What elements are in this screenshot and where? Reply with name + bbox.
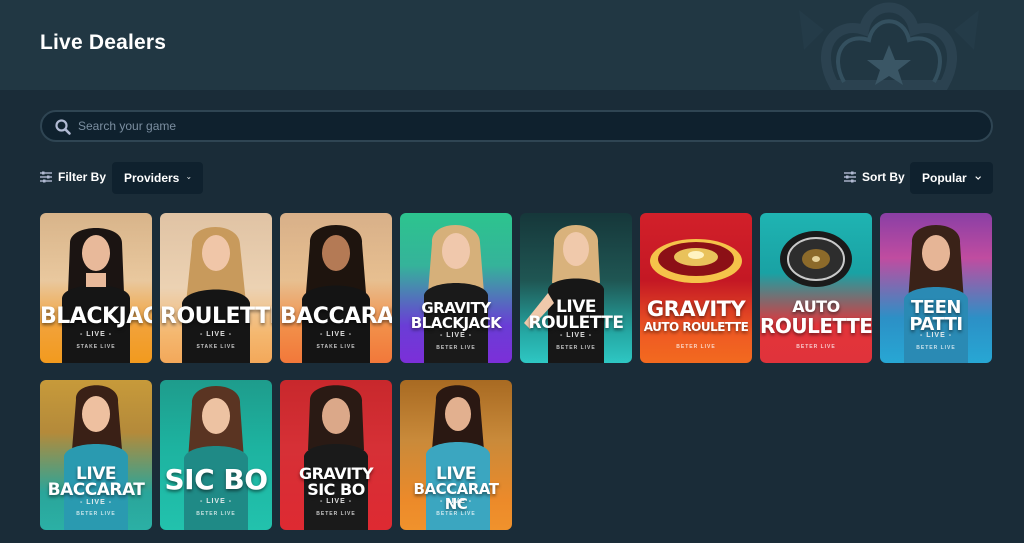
card-subtitle: - LIVE - [319, 331, 353, 338]
card-brand: BETER LIVE [916, 345, 956, 351]
card-brand: BETER LIVE [556, 345, 596, 351]
filter-icon [40, 171, 52, 183]
dealer-image [424, 225, 488, 363]
card-brand: BETER LIVE [76, 511, 116, 517]
card-subtitle: - LIVE - [439, 332, 473, 339]
card-brand: STAKE LIVE [196, 344, 236, 350]
search-bar[interactable] [40, 110, 993, 142]
search-input[interactable] [78, 112, 958, 140]
sort-by-label: Sort By [844, 170, 905, 184]
page-title: Live Dealers [40, 31, 167, 54]
card-brand: STAKE LIVE [316, 344, 356, 350]
dealer-image [182, 227, 250, 363]
card-title-line2: ROULETTE [760, 314, 872, 338]
dealer-image [524, 225, 604, 363]
card-title: SIC BO [164, 463, 268, 496]
card-subtitle: - LIVE - [199, 331, 233, 338]
game-card-live-roulette[interactable]: LIVE ROULETTE - LIVE - BETER LIVE [520, 213, 632, 363]
card-title-line2: BACCARAT NC [413, 480, 499, 513]
sort-icon [844, 171, 856, 183]
card-brand: BETER LIVE [676, 344, 716, 350]
game-card-live-baccarat-nc[interactable]: LIVE BACCARAT NC - LIVE - BETER LIVE [400, 380, 512, 530]
providers-label: Providers [124, 171, 180, 185]
dealer-image [304, 385, 368, 530]
card-title: ROULETTE [160, 304, 272, 329]
game-card-baccarat[interactable]: BACCARAT - LIVE - STAKE LIVE [280, 213, 392, 363]
card-title-line2: ROULETTE [528, 313, 625, 333]
card-brand: BETER LIVE [796, 344, 836, 350]
game-card-teen-patti[interactable]: TEEN PATTI - LIVE - BETER LIVE [880, 213, 992, 363]
dealer-image [302, 225, 370, 363]
dealer-image [62, 228, 130, 363]
roulette-wheel-image [780, 231, 852, 287]
game-card-gravity-blackjack[interactable]: GRAVITY BLACKJACK - LIVE - BETER LIVE [400, 213, 512, 363]
card-subtitle: - LIVE - [559, 332, 593, 339]
card-title: BLACKJACK [40, 304, 152, 329]
card-brand: STAKE LIVE [76, 344, 116, 350]
card-subtitle: - LIVE - [439, 498, 473, 505]
dealer-image [184, 386, 248, 530]
card-subtitle: - LIVE - [79, 499, 113, 506]
card-title-line2: SIC BO [307, 480, 365, 499]
card-title: AUTO [792, 297, 840, 316]
game-card-gravity-sic-bo[interactable]: GRAVITY SIC BO - LIVE - BETER LIVE [280, 380, 392, 530]
roulette-wheel-image [650, 239, 742, 283]
card-title: BACCARAT [280, 304, 392, 329]
filter-by-label: Filter By [40, 170, 106, 184]
chevron-down-icon [974, 176, 981, 180]
search-icon [55, 119, 71, 135]
card-title: GRAVITY [646, 297, 746, 321]
sort-by-text: Sort By [862, 170, 905, 184]
chevron-down-icon [187, 176, 191, 180]
game-card-auto-roulette[interactable]: AUTO ROULETTE BETER LIVE [760, 213, 872, 363]
card-title-line2: BLACKJACK [410, 314, 502, 332]
sort-selected-label: Popular [922, 171, 967, 185]
card-brand: BETER LIVE [316, 511, 356, 517]
game-card-live-baccarat[interactable]: LIVE BACCARAT - LIVE - BETER LIVE [40, 380, 152, 530]
card-brand: BETER LIVE [436, 345, 476, 351]
filter-by-text: Filter By [58, 170, 107, 184]
card-subtitle: - LIVE - [319, 498, 353, 505]
game-card-roulette[interactable]: ROULETTE - LIVE - STAKE LIVE [160, 213, 272, 363]
card-subtitle: - LIVE - [199, 498, 233, 505]
card-subtitle: - LIVE - [919, 332, 953, 339]
game-card-gravity-auto-roulette[interactable]: GRAVITY AUTO ROULETTE BETER LIVE [640, 213, 752, 363]
card-brand: BETER LIVE [196, 511, 236, 517]
card-subtitle: - LIVE - [79, 331, 113, 338]
game-card-blackjack[interactable]: BLACKJACK - LIVE - STAKE LIVE [40, 213, 152, 363]
card-brand: BETER LIVE [436, 511, 476, 517]
providers-dropdown[interactable]: Providers [112, 162, 203, 194]
sort-dropdown[interactable]: Popular [910, 162, 993, 194]
dealer-image [64, 385, 128, 530]
card-title-line2: AUTO ROULETTE [643, 320, 749, 334]
page-header: Live Dealers [0, 0, 1024, 90]
card-title-line2: BACCARAT [47, 480, 145, 500]
dealer-image [904, 225, 968, 363]
game-card-sic-bo[interactable]: SIC BO - LIVE - BETER LIVE [160, 380, 272, 530]
crown-star-icon [799, 2, 979, 90]
